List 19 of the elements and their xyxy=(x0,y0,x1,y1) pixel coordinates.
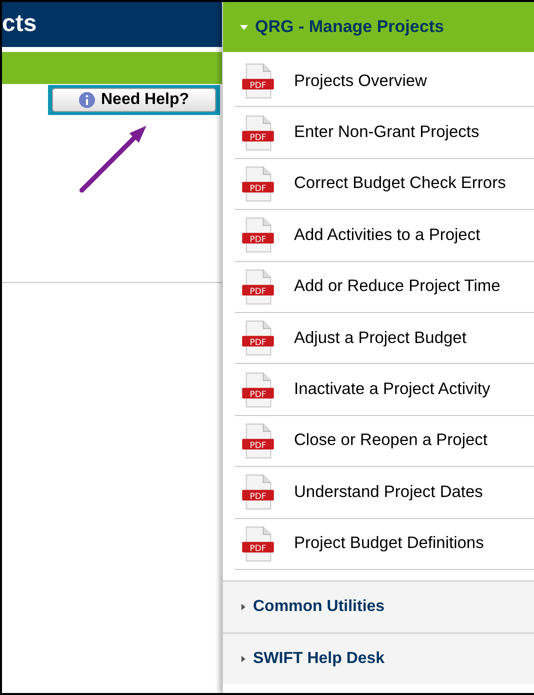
section-header[interactable]: QRG - Manage Projects xyxy=(223,2,534,52)
info-icon xyxy=(78,92,95,108)
document-link[interactable]: PDF Close or Reopen a Project xyxy=(235,416,534,468)
caret-right-icon xyxy=(239,654,247,663)
caret-right-icon xyxy=(239,602,247,611)
section-header[interactable]: Common Utilities xyxy=(223,580,534,632)
document-link[interactable]: PDF Projects Overview xyxy=(235,56,534,108)
document-link[interactable]: PDF Inactivate a Project Activity xyxy=(235,364,534,416)
document-link[interactable]: PDF Add or Reduce Project Time xyxy=(235,262,534,313)
document-link[interactable]: PDF Add Activities to a Project xyxy=(235,210,534,262)
document-link[interactable]: PDF Project Budget Definitions xyxy=(235,518,534,570)
document-link[interactable]: PDF Understand Project Dates xyxy=(235,467,534,519)
section-header[interactable]: SWIFT Help Desk xyxy=(223,632,534,684)
document-link[interactable]: PDF Correct Budget Check Errors xyxy=(235,158,534,210)
help-button[interactable]: Need Help? xyxy=(52,88,216,112)
document-link[interactable]: PDF Adjust a Project Budget xyxy=(235,312,534,364)
caret-down-icon xyxy=(239,22,249,32)
document-link[interactable]: PDF Enter Non-Grant Projects xyxy=(235,107,534,159)
page-title: cts xyxy=(2,10,37,38)
